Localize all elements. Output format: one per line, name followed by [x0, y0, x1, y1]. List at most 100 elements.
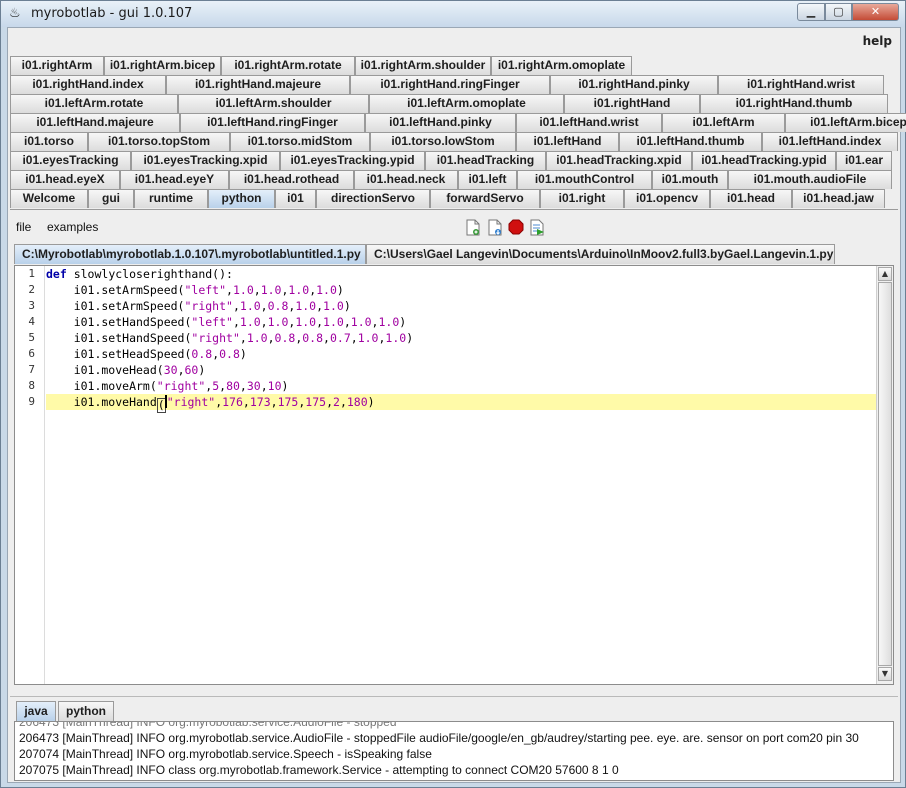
log-tab-python[interactable]: python — [58, 701, 114, 721]
open-file-icon[interactable] — [487, 219, 503, 236]
tab-i01-head-jaw[interactable]: i01.head.jaw — [792, 189, 885, 208]
maximize-button[interactable]: ▢ — [825, 3, 852, 21]
line-number: 3 — [28, 299, 35, 312]
line-number: 1 — [28, 267, 35, 280]
tab-row: i01.leftArm.rotate i01.leftArm.shoulder i0… — [10, 94, 898, 113]
log-output[interactable]: 206473 [MainThread] INFO org.myrobotlab.… — [14, 721, 894, 781]
tab-i01-torso-midstom[interactable]: i01.torso.midStom — [230, 132, 370, 151]
help-menu[interactable]: help — [863, 34, 892, 48]
tab-i01-headtracking-xpid[interactable]: i01.headTracking.xpid — [546, 151, 692, 170]
code-line[interactable]: i01.setHandSpeed("left",1.0,1.0,1.0,1.0,… — [46, 314, 877, 330]
code-line[interactable]: i01.setHandSpeed("right",1.0,0.8,0.8,0.7… — [46, 330, 877, 346]
tab-i01-rightarm-shoulder[interactable]: i01.rightArm.shoulder — [355, 56, 491, 75]
tab-i01-eyestracking-ypid[interactable]: i01.eyesTracking.ypid — [280, 151, 425, 170]
tab-i01-headtracking-ypid[interactable]: i01.headTracking.ypid — [692, 151, 836, 170]
tab-i01-lefthand-thumb[interactable]: i01.leftHand.thumb — [619, 132, 762, 151]
code-line[interactable]: i01.setHeadSpeed(0.8,0.8) — [46, 346, 877, 362]
scroll-down-icon[interactable]: ▼ — [878, 667, 892, 681]
tab-i01-mouth[interactable]: i01.mouth — [652, 170, 728, 189]
execute-icon[interactable] — [529, 219, 545, 236]
tab-i01-left[interactable]: i01.left — [458, 170, 517, 189]
log-line: 206473 [MainThread] INFO org.myrobotlab.… — [19, 731, 859, 745]
stop-icon[interactable] — [508, 219, 524, 236]
tab-i01-head-eyey[interactable]: i01.head.eyeY — [120, 170, 229, 189]
tab-directionservo[interactable]: directionServo — [316, 189, 430, 208]
code-line[interactable]: i01.setArmSpeed("left",1.0,1.0,1.0,1.0) — [46, 282, 877, 298]
close-button[interactable]: ✕ — [852, 3, 899, 21]
tab-i01-lefthand-pinky[interactable]: i01.leftHand.pinky — [365, 113, 516, 132]
tab-i01-righthand-pinky[interactable]: i01.rightHand.pinky — [550, 75, 718, 94]
log-line: 207075 [MainThread] INFO class org.myrob… — [19, 763, 619, 777]
tab-row: i01.leftHand.majeure i01.leftHand.ringFin… — [10, 113, 906, 132]
python-panel: file examples C:\Myrobotlab\myrobotlab.1… — [10, 209, 898, 709]
line-number: 5 — [28, 331, 35, 344]
tab-i01-lefthand[interactable]: i01.leftHand — [516, 132, 619, 151]
tab-gui[interactable]: gui — [88, 189, 134, 208]
log-panel: java python 206473 [MainThread] INFO org… — [10, 696, 898, 782]
tab-i01-rightarm-bicep[interactable]: i01.rightArm.bicep — [104, 56, 221, 75]
tab-i01-torso-lowstom[interactable]: i01.torso.lowStom — [370, 132, 516, 151]
tab-i01-righthand-thumb[interactable]: i01.rightHand.thumb — [700, 94, 888, 113]
tab-i01-right[interactable]: i01.right — [540, 189, 624, 208]
tab-i01-righthand-index[interactable]: i01.rightHand.index — [10, 75, 166, 94]
code-editor[interactable]: 1 2 3 4 5 6 7 8 9 def slowlycloserighthand(): i0… — [14, 265, 894, 685]
tab-i01-righthand[interactable]: i01.rightHand — [564, 94, 700, 113]
tab-i01-ear[interactable]: i01.ear — [836, 151, 892, 170]
tab-i01-leftarm-omoplate[interactable]: i01.leftArm.omoplate — [369, 94, 564, 113]
minimize-button[interactable]: ▁ — [797, 3, 825, 21]
tab-python[interactable]: python — [208, 189, 275, 208]
code-area[interactable]: def slowlycloserighthand(): i01.setArmSp… — [46, 266, 877, 684]
tab-i01-eyestracking[interactable]: i01.eyesTracking — [10, 151, 131, 170]
tab-i01-rightarm[interactable]: i01.rightArm — [10, 56, 104, 75]
tab-welcome[interactable]: Welcome — [10, 189, 88, 208]
file-tab-untitled[interactable]: C:\Myrobotlab\myrobotlab.1.0.107\.myrobo… — [14, 244, 366, 264]
tab-i01-head-eyex[interactable]: i01.head.eyeX — [10, 170, 120, 189]
new-file-icon[interactable] — [465, 219, 481, 236]
tab-i01-leftarm[interactable]: i01.leftArm — [662, 113, 785, 132]
tab-i01-torso[interactable]: i01.torso — [10, 132, 88, 151]
tab-i01-righthand-majeure[interactable]: i01.rightHand.majeure — [166, 75, 350, 94]
tab-row: i01.head.eyeX i01.head.eyeY i01.head.rothe… — [10, 170, 898, 189]
tab-i01-lefthand-index[interactable]: i01.leftHand.index — [762, 132, 898, 151]
code-line[interactable]: def slowlycloserighthand(): — [46, 266, 877, 282]
tab-i01-lefthand-ringfinger[interactable]: i01.leftHand.ringFinger — [180, 113, 365, 132]
tab-i01-lefthand-wrist[interactable]: i01.leftHand.wrist — [516, 113, 662, 132]
tab-i01-mouth-audiofile[interactable]: i01.mouth.audioFile — [728, 170, 892, 189]
file-tab-inmoov[interactable]: C:\Users\Gael Langevin\Documents\Arduino… — [366, 244, 835, 264]
tab-i01-torso-topstom[interactable]: i01.torso.topStom — [88, 132, 230, 151]
tab-i01-opencv[interactable]: i01.opencv — [624, 189, 710, 208]
file-menu[interactable]: file — [16, 220, 31, 234]
tab-i01[interactable]: i01 — [275, 189, 316, 208]
tab-i01-leftarm-shoulder[interactable]: i01.leftArm.shoulder — [178, 94, 369, 113]
tab-i01-head[interactable]: i01.head — [710, 189, 792, 208]
tab-i01-leftarm-bicep[interactable]: i01.leftArm.bicep — [785, 113, 906, 132]
scroll-up-icon[interactable]: ▲ — [878, 267, 892, 281]
code-line[interactable]: i01.setArmSpeed("right",1.0,0.8,1.0,1.0) — [46, 298, 877, 314]
tab-i01-rightarm-rotate[interactable]: i01.rightArm.rotate — [221, 56, 355, 75]
line-number: 9 — [28, 395, 35, 408]
tab-i01-righthand-ringfinger[interactable]: i01.rightHand.ringFinger — [350, 75, 550, 94]
line-number: 4 — [28, 315, 35, 328]
log-tab-java[interactable]: java — [16, 701, 56, 721]
tab-i01-head-rothead[interactable]: i01.head.rothead — [229, 170, 354, 189]
title-bar[interactable]: ♨ myrobotlab - gui 1.0.107 ▁ ▢ ✕ — [1, 1, 905, 27]
scroll-thumb[interactable] — [878, 282, 892, 666]
tab-i01-rightarm-omoplate[interactable]: i01.rightArm.omoplate — [491, 56, 632, 75]
editor-vertical-scrollbar[interactable]: ▲ ▼ — [876, 266, 893, 684]
tab-runtime[interactable]: runtime — [134, 189, 208, 208]
log-line: 206473 [MainThread] INFO org.myrobotlab.… — [19, 721, 397, 729]
tab-i01-righthand-wrist[interactable]: i01.rightHand.wrist — [718, 75, 884, 94]
code-line[interactable]: i01.moveHand("right",176,173,175,175,2,1… — [46, 394, 877, 413]
tab-forwardservo[interactable]: forwardServo — [430, 189, 540, 208]
tab-i01-leftarm-rotate[interactable]: i01.leftArm.rotate — [10, 94, 178, 113]
tab-i01-eyestracking-xpid[interactable]: i01.eyesTracking.xpid — [131, 151, 280, 170]
tab-i01-head-neck[interactable]: i01.head.neck — [354, 170, 458, 189]
code-line[interactable]: i01.moveArm("right",5,80,30,10) — [46, 378, 877, 394]
line-number: 6 — [28, 347, 35, 360]
tab-i01-mouthcontrol[interactable]: i01.mouthControl — [517, 170, 652, 189]
examples-menu[interactable]: examples — [47, 220, 98, 234]
tab-i01-lefthand-majeure[interactable]: i01.leftHand.majeure — [10, 113, 180, 132]
tab-i01-headtracking[interactable]: i01.headTracking — [425, 151, 546, 170]
code-line[interactable]: i01.moveHead(30,60) — [46, 362, 877, 378]
window-title: myrobotlab - gui 1.0.107 — [31, 6, 193, 21]
